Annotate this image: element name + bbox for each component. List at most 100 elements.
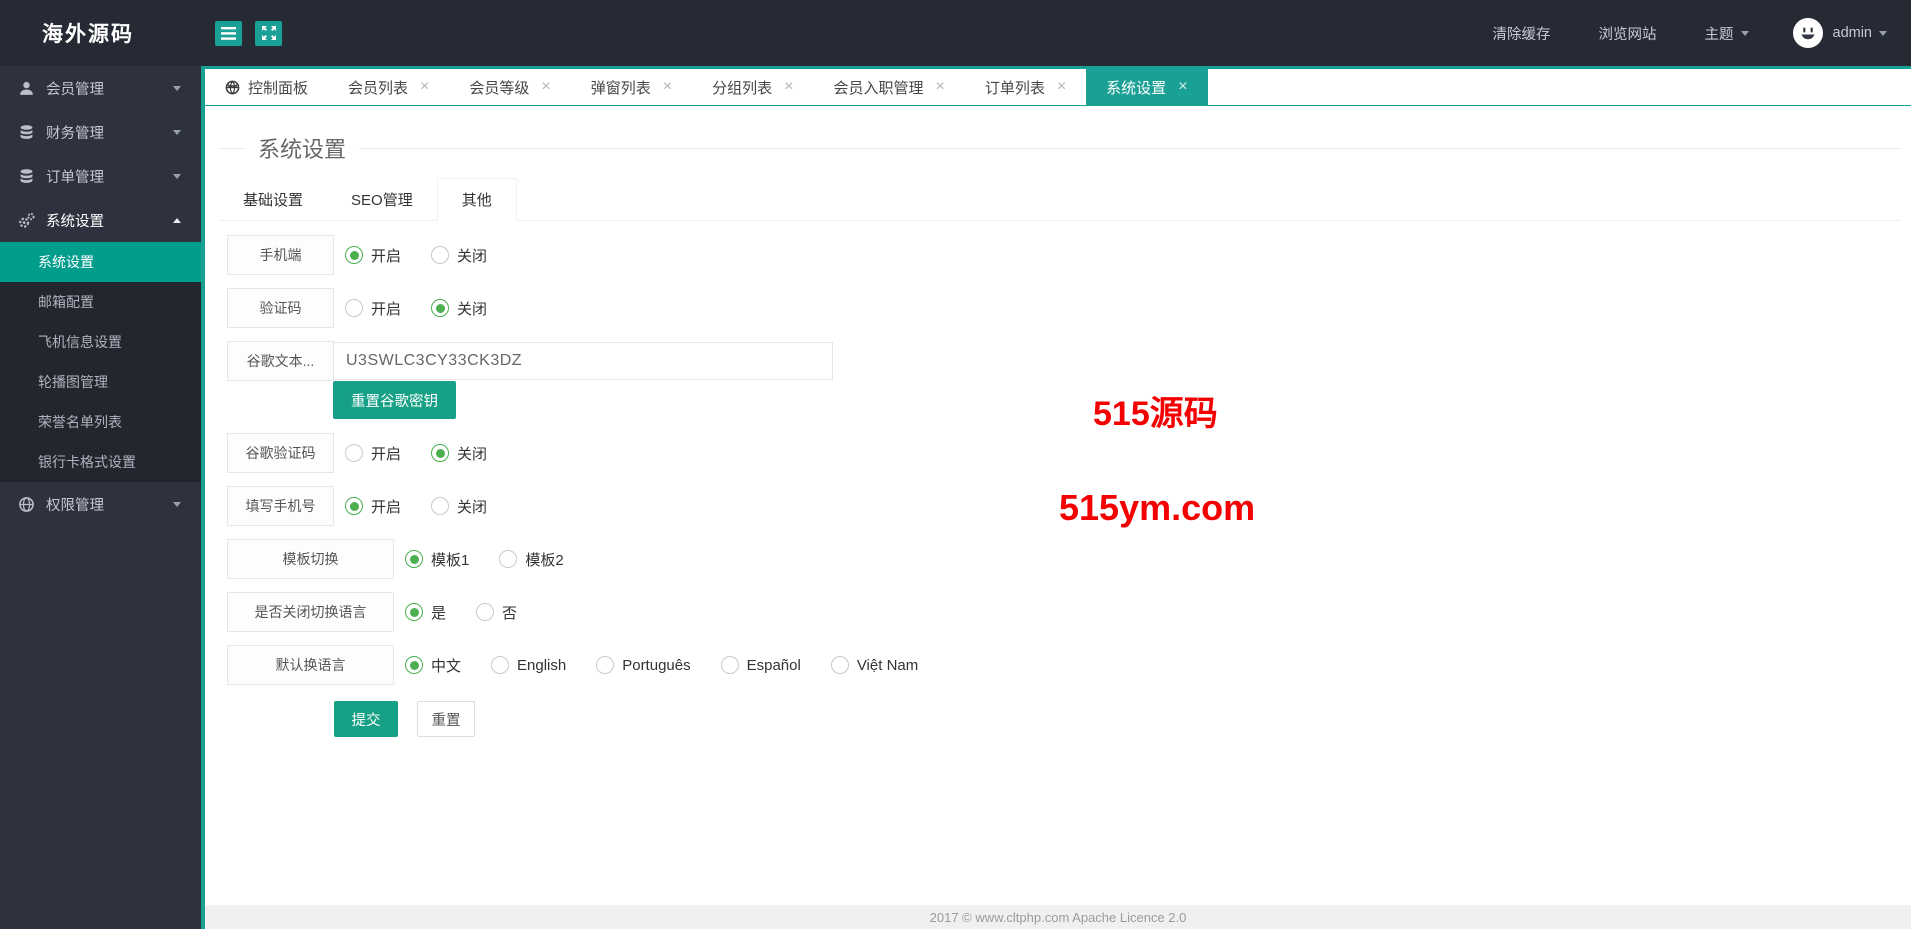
- google-secret-input[interactable]: [333, 342, 833, 380]
- radio-option-label: 模板1: [431, 551, 470, 569]
- radio-option[interactable]: 开启: [345, 496, 401, 517]
- radio-option-label: 开启: [371, 300, 402, 318]
- settings-tab[interactable]: 其他: [436, 178, 517, 221]
- footer-text: 2017 © www.cltphp.com Apache Licence 2.0: [929, 909, 1187, 925]
- radio-unchecked-icon: [491, 656, 510, 674]
- sidebar-item[interactable]: 权限管理: [0, 482, 201, 526]
- sidebar-item-label: 订单管理: [46, 169, 104, 186]
- close-icon[interactable]: ×: [420, 79, 429, 95]
- section-legend: 系统设置: [219, 132, 1901, 164]
- radio-option-label: 关闭: [457, 498, 488, 516]
- radio-option[interactable]: 关闭: [431, 443, 487, 464]
- close-icon[interactable]: ×: [663, 79, 672, 95]
- browse-site-link[interactable]: 浏览网站: [1599, 23, 1657, 44]
- radio-unchecked-icon: [596, 656, 615, 674]
- radio-option[interactable]: 否: [476, 602, 517, 623]
- close-icon[interactable]: ×: [1057, 79, 1066, 95]
- chevron-down-icon: [173, 85, 181, 91]
- radio-option[interactable]: 是: [405, 602, 446, 623]
- open-tab[interactable]: 控制面板: [205, 69, 328, 105]
- submit-button[interactable]: 提交: [334, 701, 398, 737]
- sidebar-subitem[interactable]: 飞机信息设置: [0, 322, 201, 362]
- open-tab[interactable]: 会员列表 ×: [328, 69, 449, 105]
- reset-button[interactable]: 重置: [417, 701, 475, 737]
- radio-option[interactable]: 关闭: [431, 496, 487, 517]
- radio-checked-icon: [345, 246, 363, 264]
- field-label: 填写手机号: [227, 486, 334, 526]
- radio-unchecked-icon: [345, 299, 363, 317]
- open-tab[interactable]: 分组列表 ×: [692, 69, 813, 105]
- close-icon[interactable]: ×: [1178, 79, 1187, 95]
- radio-option[interactable]: 模板2: [499, 549, 564, 570]
- radio-option-label: Español: [746, 656, 801, 674]
- avatar[interactable]: [1792, 18, 1823, 48]
- theme-menu[interactable]: 主题: [1705, 23, 1749, 44]
- sidebar-item[interactable]: 订单管理: [0, 154, 201, 198]
- sidebar-subitem[interactable]: 银行卡格式设置: [0, 442, 201, 482]
- collapse-menu-button[interactable]: [215, 20, 242, 46]
- radio-option-label: English: [517, 656, 567, 674]
- sidebar-item[interactable]: 系统设置: [0, 198, 201, 242]
- open-tab[interactable]: 系统设置 ×: [1086, 69, 1208, 105]
- close-icon[interactable]: ×: [784, 79, 793, 95]
- open-tab[interactable]: 弹窗列表 ×: [571, 69, 692, 105]
- sidebar-subitem[interactable]: 邮箱配置: [0, 282, 201, 322]
- topbar: 清除缓存 浏览网站 主题 admin: [201, 0, 1911, 66]
- field-label: 默认换语言: [227, 645, 394, 685]
- username: admin: [1832, 25, 1873, 41]
- user-menu[interactable]: admin: [1832, 25, 1887, 41]
- radio-option[interactable]: Español: [720, 656, 801, 674]
- reset-google-key-button[interactable]: 重置谷歌密钥: [333, 381, 456, 419]
- radio-option[interactable]: 关闭: [431, 298, 487, 319]
- fullscreen-button[interactable]: [255, 20, 282, 46]
- field-label: 谷歌文本...: [227, 341, 334, 381]
- chevron-down-icon: [173, 501, 181, 507]
- open-tab[interactable]: 会员等级 ×: [449, 69, 570, 105]
- form-row: 验证码 开启 关闭: [227, 288, 1911, 328]
- radio-option-label: 是: [431, 604, 447, 622]
- sidebar-item-label: 系统设置: [46, 213, 104, 230]
- close-icon[interactable]: ×: [541, 79, 550, 95]
- radio-option[interactable]: Português: [596, 656, 691, 674]
- form-row: 谷歌文本...: [227, 341, 1911, 381]
- radio-option[interactable]: 开启: [345, 298, 401, 319]
- sidebar-subitem[interactable]: 系统设置: [0, 242, 201, 282]
- radio-unchecked-icon: [830, 656, 849, 674]
- radio-option[interactable]: 模板1: [405, 549, 469, 570]
- open-tab[interactable]: 订单列表 ×: [965, 69, 1086, 105]
- radio-option[interactable]: Việt Nam: [830, 656, 918, 674]
- radio-option-label: 开启: [371, 445, 402, 463]
- open-tab[interactable]: 会员入职管理 ×: [813, 69, 964, 105]
- chevron-up-icon: [173, 217, 181, 223]
- sidebar-item-label: 权限管理: [46, 497, 104, 514]
- radio-option[interactable]: 开启: [345, 443, 401, 464]
- radio-option[interactable]: 中文: [405, 655, 461, 676]
- sidebar-subitem[interactable]: 轮播图管理: [0, 362, 201, 402]
- main-area: 清除缓存 浏览网站 主题 admin 控制面板 会员列表 × 会员等级 × 弹窗…: [201, 0, 1911, 929]
- radio-option[interactable]: 关闭: [431, 245, 487, 266]
- radio-option[interactable]: English: [491, 656, 566, 674]
- radio-unchecked-icon: [476, 603, 495, 621]
- close-icon[interactable]: ×: [935, 79, 944, 95]
- watermark-text: 515源码: [1093, 395, 1218, 433]
- radio-option-label: 中文: [431, 657, 462, 675]
- radio-option[interactable]: 开启: [345, 245, 401, 266]
- sidebar-subitem[interactable]: 荣誉名单列表: [0, 402, 201, 442]
- radio-checked-icon: [431, 444, 450, 462]
- tab-label: 会员列表: [348, 79, 409, 97]
- settings-tab[interactable]: SEO管理: [327, 178, 437, 220]
- radio-group: 开启 关闭: [345, 496, 517, 517]
- radio-option-label: 模板2: [525, 551, 564, 569]
- globe-icon: [225, 80, 240, 95]
- field-label: 是否关闭切换语言: [227, 592, 394, 632]
- radio-checked-icon: [405, 603, 423, 621]
- sidebar-item[interactable]: 会员管理: [0, 66, 201, 110]
- form-row: 谷歌验证码 开启 关闭: [227, 433, 1911, 473]
- page-content: 系统设置 基础设置SEO管理其他 手机端开启关闭验证码开启关闭谷歌文本...重置…: [205, 106, 1911, 905]
- chevron-down-icon: [173, 173, 181, 179]
- sidebar-item[interactable]: 财务管理: [0, 110, 201, 154]
- settings-tab[interactable]: 基础设置: [219, 178, 327, 220]
- clear-cache-link[interactable]: 清除缓存: [1493, 23, 1551, 44]
- radio-checked-icon: [431, 299, 450, 317]
- settings-form: 手机端开启关闭验证码开启关闭谷歌文本...重置谷歌密钥谷歌验证码开启关闭填写手机…: [227, 235, 1911, 737]
